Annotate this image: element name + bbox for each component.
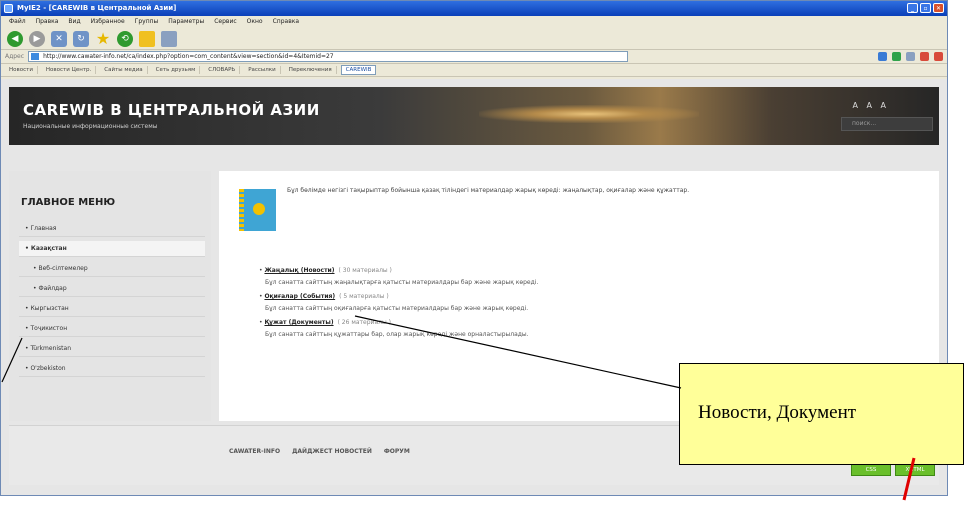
stop-icon[interactable]: ✕ xyxy=(51,30,67,47)
window-title: MyIE2 - [CAREWIB в Центральной Азии] xyxy=(17,4,177,12)
menu-edit[interactable]: Правка xyxy=(36,16,59,28)
category-link-documents[interactable]: Құжат (Документы) xyxy=(264,319,333,326)
sidebar-item-web-links[interactable]: • Веб-сілтемелер xyxy=(19,261,205,277)
validation-badges: CSS XHTML xyxy=(851,464,935,476)
address-bar: Адрес http://www.cawater-info.net/ca/ind… xyxy=(1,50,947,64)
browser-toolbar: ◀ ▶ ✕ ↻ ★ ⟲ xyxy=(1,28,947,50)
font-size-controls[interactable]: A A A xyxy=(852,101,889,110)
address-input[interactable]: http://www.cawater-info.net/ca/index.php… xyxy=(28,51,629,62)
menu-window[interactable]: Окно xyxy=(247,16,263,28)
category-desc-news: Бұл санатта сайттың жаңалықтарға қатысты… xyxy=(265,279,539,286)
print-icon[interactable] xyxy=(161,30,177,47)
menu-help[interactable]: Справка xyxy=(273,16,299,28)
site-subtitle: Национальные информационные системы xyxy=(23,123,158,130)
link-friends[interactable]: Сеть друзьям xyxy=(152,66,201,74)
browser-app-icon xyxy=(4,4,13,13)
kazakhstan-flag-image xyxy=(239,189,276,231)
link-news[interactable]: Новости xyxy=(5,66,38,74)
status-icon[interactable] xyxy=(892,52,901,61)
sidebar-item-turkmenistan[interactable]: • Türkmenistan xyxy=(19,341,205,357)
maximize-button[interactable]: ▫ xyxy=(920,3,931,13)
category-count-news: ( 30 материалы ) xyxy=(338,267,392,274)
link-carewib[interactable]: CAREWIB xyxy=(340,65,377,75)
flag-sun xyxy=(253,203,265,215)
sidebar-main-menu: ГЛАВНОЕ МЕНЮ • Главная • Казақстан • Веб… xyxy=(9,171,211,421)
menu-file[interactable]: Файл xyxy=(9,16,26,28)
annotation-callout-text: Новости, Документ xyxy=(698,402,857,423)
site-banner: CAREWIB В ЦЕНТРАЛЬНОЙ АЗИИ Национальные … xyxy=(9,87,939,145)
annotation-callout: Новости, Документ xyxy=(679,363,964,465)
sidebar-item-kazakhstan[interactable]: • Казақстан xyxy=(19,241,205,257)
sidebar-item-files[interactable]: • Файлдар xyxy=(19,281,205,297)
tools-icon[interactable] xyxy=(906,52,915,61)
category-entry-events: • Оқиғалар (События)( 5 материалы ) xyxy=(259,293,389,300)
menu-options[interactable]: Параметры xyxy=(168,16,204,28)
mail-icon[interactable] xyxy=(139,30,155,47)
minimize-button[interactable]: _ xyxy=(907,3,918,13)
window-controls: _ ▫ ✕ xyxy=(907,3,944,13)
footer-link-forum[interactable]: ФОРУМ xyxy=(384,448,410,455)
screenshot-frame: MyIE2 - [CAREWIB в Центральной Азии] _ ▫… xyxy=(0,0,964,506)
site-search-input[interactable]: поиск... xyxy=(841,117,933,131)
category-entry-news: • Жаңалық (Новости)( 30 материалы ) xyxy=(259,267,392,274)
window-titlebar[interactable]: MyIE2 - [CAREWIB в Центральной Азии] _ ▫… xyxy=(1,1,947,16)
history-icon[interactable]: ⟲ xyxy=(117,30,133,47)
address-label: Адрес xyxy=(5,53,25,60)
flag-ornament xyxy=(239,189,244,231)
banner-sunset-image xyxy=(479,105,699,123)
back-arrow-icon[interactable]: ◀ xyxy=(7,30,23,47)
menu-favorites[interactable]: Избранное xyxy=(91,16,125,28)
sidebar-item-uzbekistan[interactable]: • O'zbekiston xyxy=(19,361,205,377)
footer-links: CAWATER-INFO ДАЙДЖЕСТ НОВОСТЕЙ ФОРУМ xyxy=(229,448,410,455)
sidebar-item-home[interactable]: • Главная xyxy=(19,221,205,237)
menu-bar: Файл Правка Вид Избранное Группы Парамет… xyxy=(1,16,947,28)
css-badge[interactable]: CSS xyxy=(851,464,891,476)
close-tab-icon[interactable] xyxy=(934,52,943,61)
links-bar: Новости Новости Центр. Сайты медиа Сеть … xyxy=(1,64,947,77)
forward-arrow-icon[interactable]: ▶ xyxy=(29,30,45,47)
site-title: CAREWIB В ЦЕНТРАЛЬНОЙ АЗИИ xyxy=(23,101,320,119)
menu-groups[interactable]: Группы xyxy=(135,16,159,28)
xhtml-badge[interactable]: XHTML xyxy=(895,464,935,476)
footer-link-digest[interactable]: ДАЙДЖЕСТ НОВОСТЕЙ xyxy=(292,448,372,455)
address-right-icons xyxy=(878,52,943,61)
menu-tools[interactable]: Сервис xyxy=(214,16,236,28)
favorites-star-icon[interactable]: ★ xyxy=(95,29,111,48)
close-button[interactable]: ✕ xyxy=(933,3,944,13)
sidebar-heading: ГЛАВНОЕ МЕНЮ xyxy=(21,197,116,208)
link-dictionary[interactable]: СЛОВАРЬ xyxy=(204,66,241,74)
section-intro: Бұл бөлімде негізгі тақырыптар бойынша қ… xyxy=(287,187,690,194)
category-entry-documents: • Құжат (Документы)( 26 материалы ) xyxy=(259,319,391,326)
sidebar-item-tajikistan[interactable]: • Тоҷикистон xyxy=(19,321,205,337)
link-media-sites[interactable]: Сайты медиа xyxy=(100,66,148,74)
link-news-center[interactable]: Новости Центр. xyxy=(42,66,97,74)
link-switch[interactable]: Переключения xyxy=(285,66,337,74)
menu-view[interactable]: Вид xyxy=(68,16,80,28)
link-mailings[interactable]: Рассылки xyxy=(244,66,281,74)
go-icon[interactable] xyxy=(878,52,887,61)
stop-page-icon[interactable] xyxy=(920,52,929,61)
category-link-news[interactable]: Жаңалық (Новости) xyxy=(264,267,334,274)
category-desc-events: Бұл санатта сайттың оқиғаларға қатысты м… xyxy=(265,305,529,312)
footer-link-cawater[interactable]: CAWATER-INFO xyxy=(229,448,280,455)
category-desc-documents: Бұл санатта сайттың құжаттары бар, олар … xyxy=(265,331,529,338)
category-count-events: ( 5 материалы ) xyxy=(339,293,389,300)
sidebar-item-kyrgyzstan[interactable]: • Кыргызстан xyxy=(19,301,205,317)
refresh-icon[interactable]: ↻ xyxy=(73,30,89,47)
category-link-events[interactable]: Оқиғалар (События) xyxy=(264,293,335,300)
category-count-documents: ( 26 материалы ) xyxy=(337,319,391,326)
